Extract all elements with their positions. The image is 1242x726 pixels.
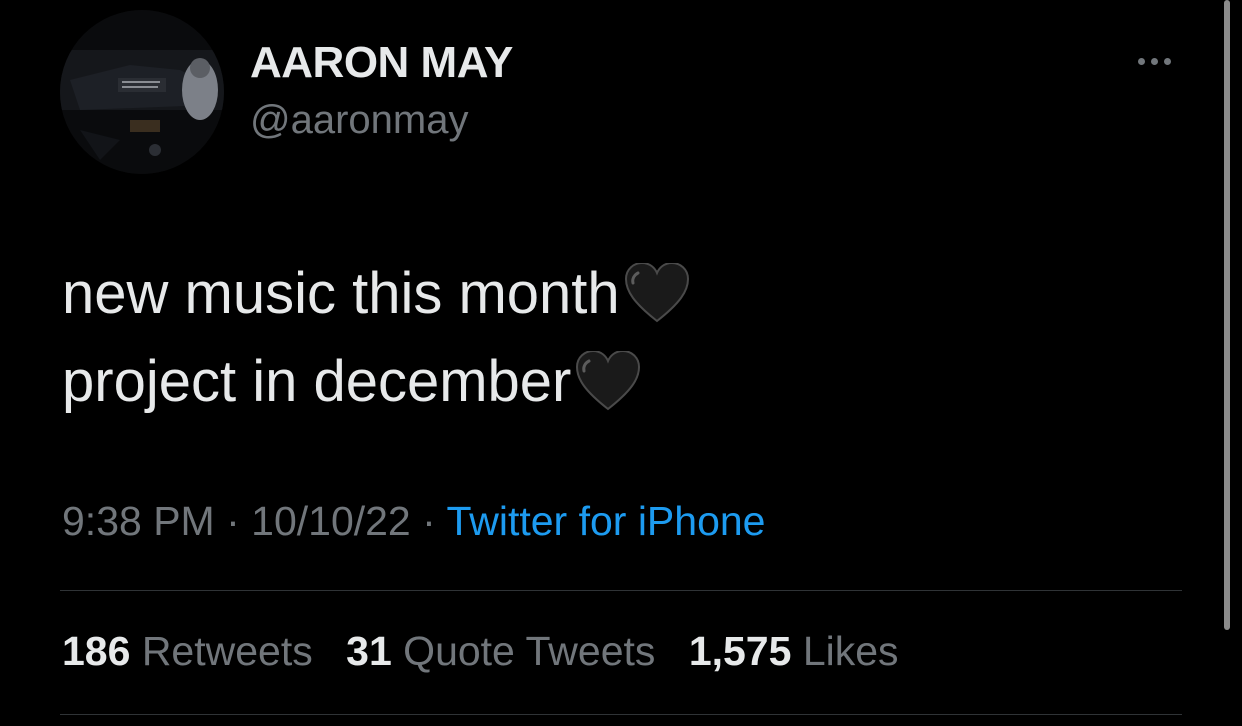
likes-label: Likes bbox=[802, 628, 899, 674]
tweet-text: new music this month project in december bbox=[62, 250, 690, 426]
likes-count: 1,575 bbox=[688, 628, 792, 674]
tweet-stats: 186 Retweets 31 Quote Tweets 1,575 Likes bbox=[62, 628, 921, 675]
divider bbox=[60, 590, 1182, 591]
tweet-line-text: new music this month bbox=[62, 261, 620, 326]
quote-tweets-stat[interactable]: 31 Quote Tweets bbox=[346, 628, 655, 674]
tweet-line-text: project in december bbox=[62, 349, 572, 414]
tweet-detail: AARON MAY @aaronmay new music this month… bbox=[0, 0, 1242, 726]
tweet-source-link[interactable]: Twitter for iPhone bbox=[446, 498, 765, 544]
tweet-line: new music this month bbox=[62, 250, 690, 338]
more-icon bbox=[1137, 57, 1145, 65]
black-heart-icon bbox=[576, 351, 641, 411]
meta-separator: · bbox=[214, 498, 252, 544]
avatar-photo bbox=[60, 10, 224, 174]
retweets-stat[interactable]: 186 Retweets bbox=[62, 628, 313, 674]
tweet-date[interactable]: 10/10/22 bbox=[251, 498, 411, 544]
display-name[interactable]: AARON MAY bbox=[250, 38, 513, 88]
quote-tweets-label: Quote Tweets bbox=[403, 628, 656, 674]
user-handle[interactable]: @aaronmay bbox=[250, 98, 468, 143]
likes-stat[interactable]: 1,575 Likes bbox=[689, 628, 899, 674]
meta-separator: · bbox=[410, 498, 447, 544]
scrollbar[interactable] bbox=[1224, 0, 1230, 630]
tweet-metadata: 9:38 PM · 10/10/22 · Twitter for iPhone bbox=[62, 498, 765, 545]
more-options-button[interactable] bbox=[1130, 48, 1178, 74]
tweet-time[interactable]: 9:38 PM bbox=[62, 498, 215, 544]
avatar[interactable] bbox=[60, 10, 224, 174]
tweet-line: project in december bbox=[62, 338, 690, 426]
divider bbox=[60, 714, 1182, 715]
black-heart-icon bbox=[624, 263, 689, 323]
retweets-count: 186 bbox=[62, 628, 131, 674]
quote-tweets-count: 31 bbox=[346, 628, 392, 674]
retweets-label: Retweets bbox=[141, 628, 313, 674]
